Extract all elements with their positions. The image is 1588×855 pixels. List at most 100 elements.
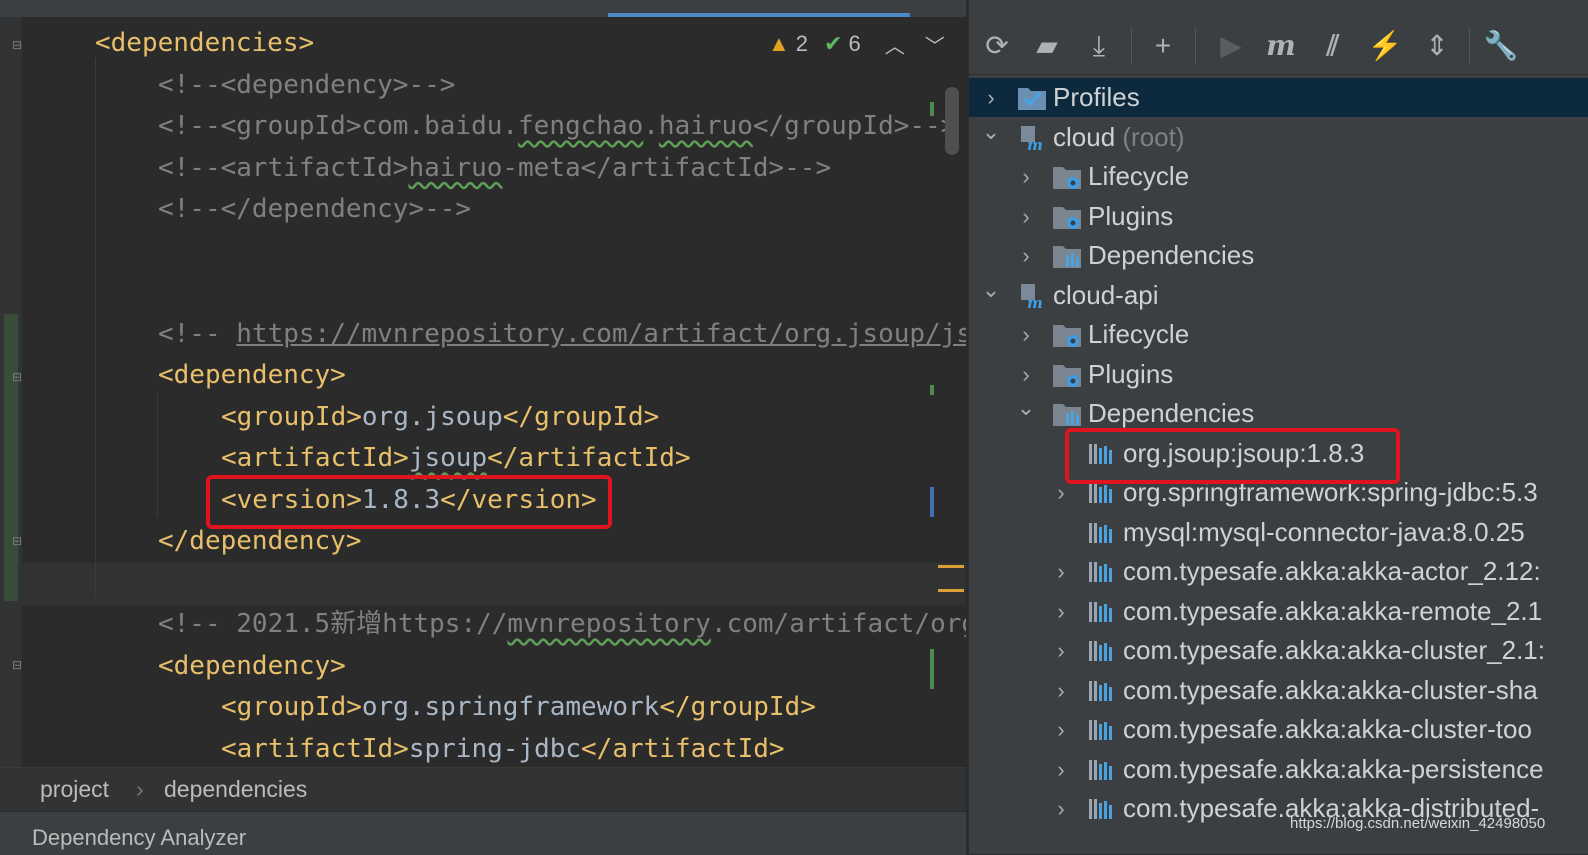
code-token: <dependency>	[158, 650, 346, 681]
bottom-tool-window-tab[interactable]: Dependency Analyzer	[0, 811, 966, 855]
code-line[interactable]: <!--</dependency>-->	[158, 189, 471, 230]
chevron-right-icon[interactable]: ›	[1016, 236, 1036, 275]
tree-row[interactable]: › com.typesafe.akka:akka-cluster_2.1:	[969, 631, 1588, 670]
code-token: <!-- 2021.5新增https://	[158, 609, 508, 639]
code-line[interactable]: <dependency>	[158, 355, 346, 396]
check-icon[interactable]: ✔	[824, 31, 842, 57]
code-line[interactable]: <!--<artifactId>hairuo-meta</artifactId>…	[158, 148, 831, 189]
tree-row[interactable]: › Profiles	[969, 78, 1588, 117]
code-line[interactable]: <!--<dependency>-->	[158, 65, 455, 106]
generate-sources-icon[interactable]: ▰	[1029, 28, 1065, 64]
code-token: spring-jdbc	[408, 733, 582, 764]
tree-row[interactable]: › Plugins	[969, 355, 1588, 394]
chevron-right-icon[interactable]: ›	[1051, 710, 1071, 749]
code-line[interactable]: <!-- 2021.5新增https://mvnrepository.com/a…	[158, 604, 966, 645]
tree-item-label: cloud-api	[1053, 279, 1159, 310]
download-icon[interactable]: ⤓	[1081, 28, 1117, 64]
code-token: <groupId>	[221, 401, 362, 432]
fold-icon[interactable]: ⊟	[12, 535, 24, 547]
chevron-right-icon[interactable]: ›	[1051, 671, 1071, 710]
settings-icon[interactable]: 🔧	[1483, 28, 1519, 64]
tree-row[interactable]: › Dependencies	[969, 236, 1588, 275]
warning-marker	[938, 589, 964, 592]
code-line[interactable]: <artifactId>jsoup</artifactId>	[221, 438, 691, 479]
tree-row[interactable]: › Lifecycle	[969, 315, 1588, 354]
module-icon: m	[1017, 124, 1047, 154]
fold-icon[interactable]: ⊟	[12, 371, 24, 383]
chevron-right-icon[interactable]: ›	[1051, 631, 1071, 670]
change-marker	[930, 649, 934, 689]
editor-scrollbar-thumb[interactable]	[945, 87, 959, 155]
chevron-right-icon[interactable]: ›	[1051, 789, 1071, 828]
tree-item-label: Lifecycle	[1088, 161, 1190, 191]
code-line[interactable]: <groupId>org.springframework</groupId>	[221, 687, 816, 728]
version-highlight-box	[206, 475, 612, 529]
chevron-right-icon[interactable]: ›	[1051, 552, 1071, 591]
code-editor[interactable]: ⊟ ⊟ ⊟ ⊟ <dependencies> <!--<dependency>--…	[0, 17, 966, 767]
chevron-down-icon[interactable]: ⌄	[981, 112, 1001, 151]
warning-icon[interactable]: ▲	[768, 31, 790, 57]
tree-row[interactable]: › com.typesafe.akka:akka-remote_2.1	[969, 592, 1588, 631]
folder-gear-icon	[1052, 203, 1082, 231]
fold-icon[interactable]: ⊟	[12, 39, 24, 51]
code-line[interactable]: <groupId>org.jsoup</groupId>	[221, 397, 659, 438]
tree-row[interactable]: › com.typesafe.akka:akka-actor_2.12:	[969, 552, 1588, 591]
library-icon	[1087, 677, 1117, 705]
reload-icon[interactable]: ⟳	[979, 28, 1015, 64]
svg-text:m: m	[1027, 136, 1043, 152]
code-line[interactable]: <!-- https://mvnrepository.com/artifact/…	[158, 314, 966, 355]
previous-highlight-icon[interactable]: ︿	[885, 30, 905, 59]
code-line[interactable]: <artifactId>spring-jdbc</artifactId>	[221, 729, 785, 768]
inspection-widget[interactable]: ▲ 2 ✔ 6 ︿ ﹀	[768, 29, 945, 59]
tree-row[interactable]: › com.typesafe.akka:akka-cluster-sha	[969, 671, 1588, 710]
folder-bars-icon	[1052, 400, 1082, 428]
profiles-icon	[1017, 84, 1047, 112]
change-marker	[930, 487, 934, 517]
code-line[interactable]: <dependencies>	[95, 23, 314, 64]
tree-item-label: com.typesafe.akka:akka-cluster-sha	[1123, 674, 1538, 705]
tree-row[interactable]: mysql:mysql-connector-java:8.0.25	[969, 513, 1588, 552]
tree-item-label: Dependencies	[1088, 240, 1255, 270]
tree-row[interactable]: › com.typesafe.akka:akka-persistence	[969, 750, 1588, 789]
chevron-right-icon[interactable]: ›	[1016, 197, 1036, 236]
skip-tests-icon[interactable]: ⚡	[1367, 28, 1403, 64]
code-token: <!--<artifactId>	[158, 152, 409, 183]
code-token: </artifactId>	[581, 733, 785, 764]
breadcrumb-item-dependencies[interactable]: dependencies	[164, 776, 307, 803]
code-line[interactable]: <!--<groupId>com.baidu.fengchao.hairuo</…	[158, 106, 956, 147]
code-token: org.springframework	[361, 692, 660, 722]
watermark-text: https://blog.csdn.net/weixin_42498050	[1290, 815, 1546, 832]
chevron-right-icon[interactable]: ›	[1016, 315, 1036, 354]
indent-guide	[95, 58, 96, 598]
collapse-all-icon[interactable]: ⇕	[1419, 28, 1455, 64]
tree-row[interactable]: › Lifecycle	[969, 157, 1588, 196]
code-token: org.jsoup	[361, 401, 503, 432]
run-icon[interactable]: ▶	[1213, 28, 1249, 64]
jsoup-highlight-box	[1065, 428, 1400, 484]
breadcrumb-item-project[interactable]: project	[40, 776, 109, 803]
chevron-down-icon[interactable]: ⌄	[1016, 388, 1036, 427]
chevron-down-icon[interactable]: ⌄	[981, 270, 1001, 309]
next-highlight-icon[interactable]: ﹀	[925, 30, 945, 59]
editor-tab-strip	[0, 0, 966, 17]
toolbar-separator	[1195, 28, 1196, 64]
chevron-right-icon[interactable]: ›	[1051, 750, 1071, 789]
fold-icon[interactable]: ⊟	[12, 659, 24, 671]
code-line[interactable]: <dependency>	[158, 646, 346, 687]
library-icon	[1087, 716, 1117, 744]
tree-row[interactable]: › Plugins	[969, 197, 1588, 236]
code-token: </groupId>	[659, 692, 816, 722]
library-icon	[1087, 598, 1117, 626]
add-icon[interactable]: +	[1145, 28, 1181, 64]
tree-row[interactable]: ⌄ m cloud (root)	[969, 118, 1588, 157]
tree-row[interactable]: › com.typesafe.akka:akka-cluster-too	[969, 710, 1588, 749]
toggle-offline-icon[interactable]: ⫽	[1315, 28, 1351, 64]
library-icon	[1087, 795, 1117, 823]
maven-goal-icon[interactable]: m	[1263, 28, 1299, 64]
chevron-right-icon[interactable]: ›	[1051, 592, 1071, 631]
code-token: -meta</artifactId>-->	[502, 152, 832, 183]
dependency-analyzer-tab-label: Dependency Analyzer	[32, 825, 247, 850]
tree-row[interactable]: ⌄ m cloud-api	[969, 276, 1588, 315]
chevron-right-icon[interactable]: ›	[1016, 157, 1036, 196]
code-token: .	[643, 111, 659, 141]
